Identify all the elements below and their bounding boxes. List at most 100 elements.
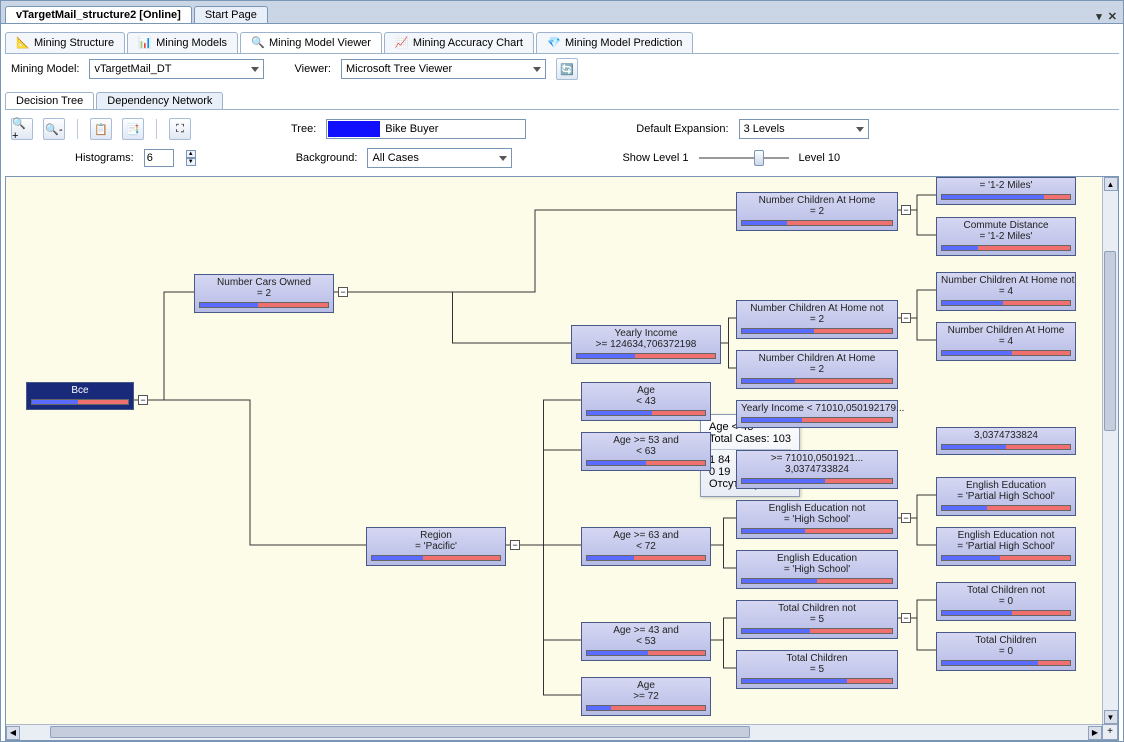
tree-node[interactable]: Number Children At Home not= 2 [736, 300, 898, 339]
app-window: vTargetMail_structure2 [Online] Start Pa… [0, 0, 1124, 742]
show-level-max-label: Level 10 [799, 152, 841, 164]
tab-model-prediction[interactable]: 💎 Mining Model Prediction [536, 32, 693, 53]
viewer-subtabs: Decision Tree Dependency Network [5, 88, 1119, 110]
tab-accuracy-chart[interactable]: 📈Mining Accuracy Chart [384, 32, 534, 53]
subtab-dependency-network[interactable]: Dependency Network [96, 92, 223, 109]
tree-node[interactable]: Total Children= 0 [936, 632, 1076, 671]
tab-label: Mining Models [156, 37, 227, 49]
tree-node[interactable]: English Education not= 'High School' [736, 500, 898, 539]
tree-node[interactable]: Number Children At Home= 4 [936, 322, 1076, 361]
tooltip-total-label: Total Cases: [709, 433, 770, 445]
horizontal-scrollbar[interactable]: ◀ ▶ [6, 724, 1102, 740]
size-grip[interactable]: + [1102, 724, 1118, 740]
tree-node[interactable]: Region= 'Pacific' [366, 527, 506, 566]
tree-node[interactable]: >= 71010,0501921...3,0374733824 [736, 450, 898, 489]
chart-icon: 📈 [395, 36, 409, 50]
models-icon: 📊 [138, 36, 152, 50]
tree-node[interactable]: Age>= 72 [581, 677, 711, 716]
zoom-out-button[interactable]: 🔍- [43, 118, 65, 140]
tab-mining-structure[interactable]: 📐 Mining Structure [5, 32, 125, 53]
chevron-down-icon [251, 67, 259, 72]
background-select[interactable]: All Cases [367, 148, 512, 168]
select-value: Bike Buyer [381, 123, 521, 135]
select-value: All Cases [372, 152, 418, 164]
tree-node[interactable]: English Education= 'Partial High School' [936, 477, 1076, 516]
scroll-down-button[interactable]: ▼ [1104, 710, 1118, 724]
tree-viewport: Age < 43 Total Cases: 103 1 84 0 19 Отсу… [5, 176, 1119, 741]
default-expansion-label: Default Expansion: [636, 123, 728, 135]
tree-node[interactable]: Total Children not= 5 [736, 600, 898, 639]
viewer-label: Viewer: [294, 63, 330, 75]
tree-node[interactable]: English Education not= 'Partial High Sch… [936, 527, 1076, 566]
tree-node[interactable]: = '1-2 Miles' [936, 177, 1076, 205]
default-expansion-select[interactable]: 3 Levels [739, 119, 869, 139]
vertical-scrollbar[interactable]: ▲ ▼ [1102, 177, 1118, 724]
close-icon[interactable]: ✕ [1108, 10, 1117, 23]
expand-toggle[interactable]: − [338, 287, 348, 297]
expand-toggle[interactable]: − [901, 205, 911, 215]
doc-tab-structure[interactable]: vTargetMail_structure2 [Online] [5, 6, 192, 23]
tree-select[interactable]: Bike Buyer [326, 119, 526, 139]
tree-node[interactable]: Total Children= 5 [736, 650, 898, 689]
tree-node[interactable]: Number Cars Owned= 2 [194, 274, 334, 313]
scroll-up-button[interactable]: ▲ [1104, 177, 1118, 191]
tree-node[interactable]: Age >= 63 and< 72 [581, 527, 711, 566]
scroll-right-button[interactable]: ▶ [1088, 726, 1102, 740]
select-value: 3 Levels [744, 123, 785, 135]
chevron-down-icon [499, 156, 507, 161]
tree-node[interactable]: Total Children not= 0 [936, 582, 1076, 621]
select-value: vTargetMail_DT [94, 63, 171, 75]
expand-toggle[interactable]: − [510, 540, 520, 550]
spin-down[interactable]: ▼ [186, 158, 196, 166]
expand-toggle[interactable]: − [901, 513, 911, 523]
mining-model-select[interactable]: vTargetMail_DT [89, 59, 264, 79]
tree-node[interactable]: Number Children At Home not= 4 [936, 272, 1076, 311]
tab-mining-models[interactable]: 📊 Mining Models [127, 32, 238, 53]
predict-icon: 💎 [547, 36, 561, 50]
viewer-select[interactable]: Microsoft Tree Viewer [341, 59, 546, 79]
tree-node[interactable]: 3,0374733824 [936, 427, 1076, 455]
scroll-left-button[interactable]: ◀ [6, 726, 20, 740]
tree-node[interactable]: Yearly Income < 71010,050192179... [736, 400, 898, 428]
expand-toggle[interactable]: − [901, 313, 911, 323]
doc-tab-startpage[interactable]: Start Page [194, 6, 268, 23]
tree-node[interactable]: Age >= 53 and< 63 [581, 432, 711, 471]
show-level-min-label: Show Level 1 [622, 152, 688, 164]
histograms-spinner[interactable]: 6 [144, 149, 174, 167]
expand-toggle[interactable]: − [138, 395, 148, 405]
separator [156, 119, 157, 139]
tab-label: Mining Structure [34, 37, 114, 49]
tab-label: Mining Model Viewer [269, 37, 371, 49]
expand-toggle[interactable]: − [901, 613, 911, 623]
subtab-decision-tree[interactable]: Decision Tree [5, 92, 94, 109]
designer-tabstrip: 📐 Mining Structure 📊 Mining Models 🔍Mining… [5, 28, 1119, 54]
editor-content: 📐 Mining Structure 📊 Mining Models 🔍Mining… [1, 23, 1123, 741]
tab-label: Mining Model Prediction [565, 37, 682, 49]
tooltip-total: 103 [773, 433, 791, 445]
dropdown-icon[interactable]: ▾ [1096, 10, 1102, 23]
copy-button[interactable]: 📋 [90, 118, 112, 140]
structure-icon: 📐 [16, 36, 30, 50]
mining-model-label: Mining Model: [11, 63, 79, 75]
tree-node[interactable]: Age< 43 [581, 382, 711, 421]
spinner-value: 6 [147, 152, 153, 164]
copy-graph-button[interactable]: 📑 [122, 118, 144, 140]
tree-node[interactable]: Age >= 43 and< 53 [581, 622, 711, 661]
chevron-down-icon [533, 67, 541, 72]
tree-node[interactable]: Commute Distance= '1-2 Miles' [936, 217, 1076, 256]
zoom-in-button[interactable]: 🔍+ [11, 118, 33, 140]
histograms-label: Histograms: [75, 152, 134, 164]
select-value: Microsoft Tree Viewer [346, 63, 452, 75]
tree-node[interactable]: Number Children At Home= 2 [736, 350, 898, 389]
spin-up[interactable]: ▲ [186, 150, 196, 158]
level-slider[interactable] [699, 150, 789, 166]
refresh-button[interactable]: 🔄 [556, 58, 578, 80]
background-label: Background: [296, 152, 358, 164]
tab-model-viewer[interactable]: 🔍Mining Model Viewer [240, 32, 382, 53]
tree-node[interactable]: Number Children At Home= 2 [736, 192, 898, 231]
tree-node[interactable]: Все [26, 382, 134, 410]
fit-button[interactable]: ⛶ [169, 118, 191, 140]
tree-node[interactable]: English Education= 'High School' [736, 550, 898, 589]
tree-canvas[interactable]: Age < 43 Total Cases: 103 1 84 0 19 Отсу… [6, 177, 1118, 740]
tree-node[interactable]: Yearly Income>= 124634,706372198 [571, 325, 721, 364]
